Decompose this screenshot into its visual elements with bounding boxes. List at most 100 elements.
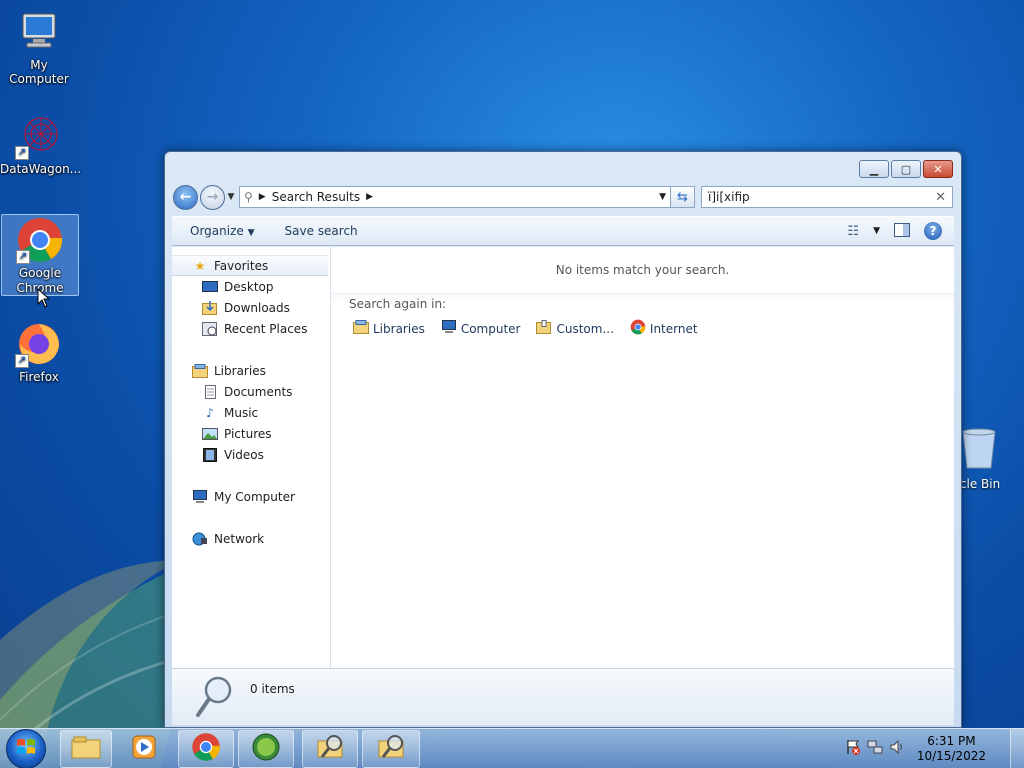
volume-icon[interactable] [889,739,905,758]
command-bar: Organize ▼ Save search ☷ ▼ ? [172,216,954,246]
desktop-icon-google-chrome[interactable]: ↗ Google Chrome [1,214,79,296]
nav-videos[interactable]: Videos [172,444,330,465]
show-desktop-button[interactable] [1010,728,1024,768]
magnifier-icon [194,675,234,722]
start-button[interactable] [6,728,46,768]
search-again-computer[interactable]: Computer [441,319,520,338]
preview-pane-icon[interactable] [894,222,910,240]
shortcut-arrow-icon: ↗ [15,146,29,160]
desktop-icon-label: DataWagon... [0,162,82,176]
computer-icon [15,8,63,56]
shortcut-arrow-icon: ↗ [16,250,30,264]
nav-my-computer[interactable]: My Computer [172,486,330,507]
desktop-icon-label: Firefox [19,370,59,384]
music-icon: ♪ [206,405,214,420]
desktop-folder-icon [202,280,218,294]
taskbar-search-window-2[interactable] [362,729,420,768]
pictures-icon [202,427,218,441]
search-again-locations: Libraries Computer Custom... Internet [331,319,954,338]
documents-icon [202,384,218,399]
nav-downloads[interactable]: Downloads [172,297,330,318]
taskbar-chrome[interactable] [178,729,234,768]
chevron-down-icon: ▼ [227,192,235,202]
minimize-button[interactable]: ▁ [859,160,889,178]
desktop-icon-my-computer[interactable]: My Computer [0,8,78,86]
close-button[interactable]: ✕ [923,160,953,178]
nav-desktop[interactable]: Desktop [172,276,330,297]
nav-favorites[interactable]: ★ Favorites [172,255,328,276]
clock-time: 6:31 PM [927,733,976,748]
action-center-flag-icon[interactable] [845,739,861,758]
mouse-cursor-icon [37,288,51,308]
downloads-folder-icon [202,300,218,315]
recent-places-icon [202,321,218,336]
recycle-bin-icon [955,424,1003,472]
videos-icon [202,447,218,462]
taskbar-explorer[interactable] [60,729,112,768]
help-icon[interactable]: ? [924,222,942,240]
search-again-internet[interactable]: Internet [630,319,698,338]
search-folder-icon [375,733,407,764]
address-bar[interactable]: ⚲ ▶ Search Results ▶ ▼ [239,186,671,208]
search-again-libraries[interactable]: Libraries [353,319,425,338]
search-again-label: Search again in: [349,297,447,311]
chevron-down-icon: ▼ [247,228,255,238]
results-pane: No items match your search. Search again… [331,247,954,668]
arrow-left-icon: ← [179,189,192,205]
breadcrumb-separator-icon[interactable]: ▶ [366,192,373,202]
search-again-custom[interactable]: Custom... [536,319,614,338]
nav-pictures[interactable]: Pictures [172,423,330,444]
organize-button[interactable]: Organize ▼ [190,224,255,238]
libraries-icon [192,363,208,378]
close-icon: ✕ [933,162,943,176]
item-count: 0 items [250,682,295,696]
search-input[interactable]: ï]i[xifip ✕ [701,186,953,208]
desktop-icon-firefox[interactable]: ↗ Firefox [0,320,78,384]
shortcut-arrow-icon: ↗ [15,354,29,368]
nav-documents[interactable]: Documents [172,381,330,402]
network-tray-icon[interactable] [867,739,883,758]
search-results-icon: ⚲ [244,190,253,204]
windows-logo-icon [15,736,37,761]
taskbar-media-player[interactable] [118,730,170,768]
back-button[interactable]: ← [173,184,198,210]
media-player-icon [131,734,157,763]
nav-music[interactable]: ♪ Music [172,402,330,423]
nav-libraries[interactable]: Libraries [172,360,330,381]
search-input-value[interactable]: ï]i[xifip [708,190,935,204]
nav-network[interactable]: Network [172,528,330,549]
firefox-icon: ↗ [15,320,63,368]
nav-recent-places[interactable]: Recent Places [172,318,330,339]
view-options-dropdown[interactable]: ▼ [873,226,880,236]
refresh-icon: ⇆ [677,189,688,205]
details-pane: 0 items [172,668,954,725]
taskbar: 6:31 PM 10/15/2022 [0,728,1024,768]
view-options-icon[interactable]: ☷ [847,224,859,239]
datawagon-icon: ↗ [15,112,63,160]
save-search-button[interactable]: Save search [285,224,358,238]
refresh-button[interactable]: ⇆ [671,186,695,208]
desktop-icon-label: My Computer [9,58,69,86]
desktop-icon-recycle-bin[interactable]: Recycle Bin [955,424,1024,491]
explorer-content: ★ Favorites Desktop Downloads Recent Pla… [172,247,954,668]
desktop-icon-datawagon[interactable]: ↗ DataWagon... [0,112,82,176]
recent-pages-dropdown[interactable]: ▼ [225,192,237,202]
maximize-button[interactable]: ▢ [891,160,921,178]
custom-folder-icon [536,320,552,337]
minimize-icon: ▁ [869,162,879,176]
breadcrumb-separator-icon[interactable]: ▶ [259,192,266,202]
navigation-pane: ★ Favorites Desktop Downloads Recent Pla… [172,247,331,668]
libraries-icon [353,320,369,337]
search-folder-icon [314,733,346,764]
computer-icon [192,489,208,504]
clock[interactable]: 6:31 PM 10/15/2022 [911,734,992,764]
maximize-icon: ▢ [900,162,912,176]
chrome-icon: ↗ [16,216,64,264]
address-history-dropdown[interactable]: ▼ [659,192,666,202]
taskbar-search-window-1[interactable] [302,729,358,768]
taskbar-windows-app[interactable] [238,729,294,768]
computer-icon [441,320,457,337]
forward-button[interactable]: → [200,184,225,210]
breadcrumb-search-results[interactable]: Search Results [272,190,360,204]
clear-search-icon[interactable]: ✕ [935,190,946,205]
